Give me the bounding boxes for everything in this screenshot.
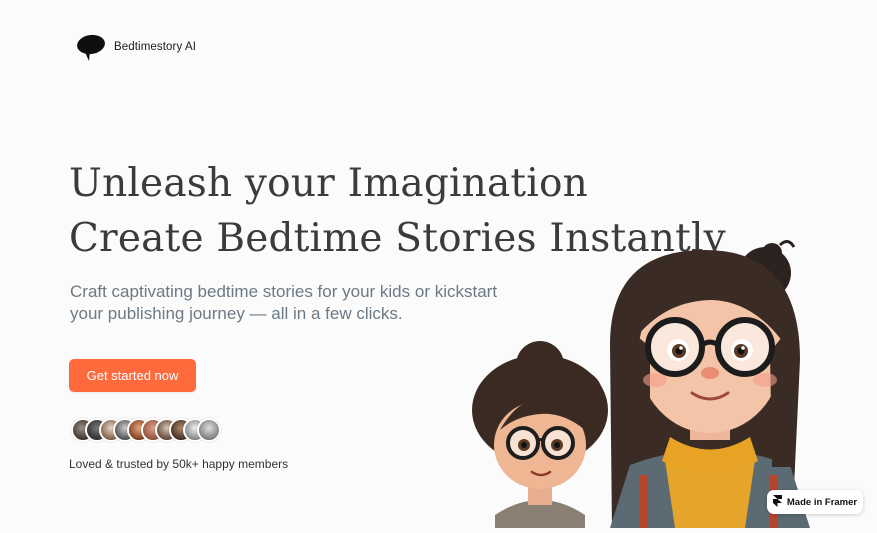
hero-subtitle: Craft captivating bedtime stories for yo… (70, 282, 498, 323)
member-avatars (71, 418, 221, 442)
brand-name: Bedtimestory AI (114, 41, 197, 53)
avatar (197, 418, 221, 442)
hero-title-line-1: Unleash your Imagination (69, 161, 588, 206)
brand-logo[interactable]: Bedtimestory AI (74, 32, 196, 62)
speech-bubble-icon (74, 32, 108, 62)
social-proof-text: Loved & trusted by 50k+ happy members (69, 457, 289, 471)
framer-badge-label: Made in Framer (786, 496, 858, 508)
made-in-framer-badge[interactable]: Made in Framer (767, 490, 863, 514)
get-started-button[interactable]: Get started now (69, 359, 196, 392)
framer-icon (772, 494, 782, 510)
hero-illustration (460, 225, 877, 530)
